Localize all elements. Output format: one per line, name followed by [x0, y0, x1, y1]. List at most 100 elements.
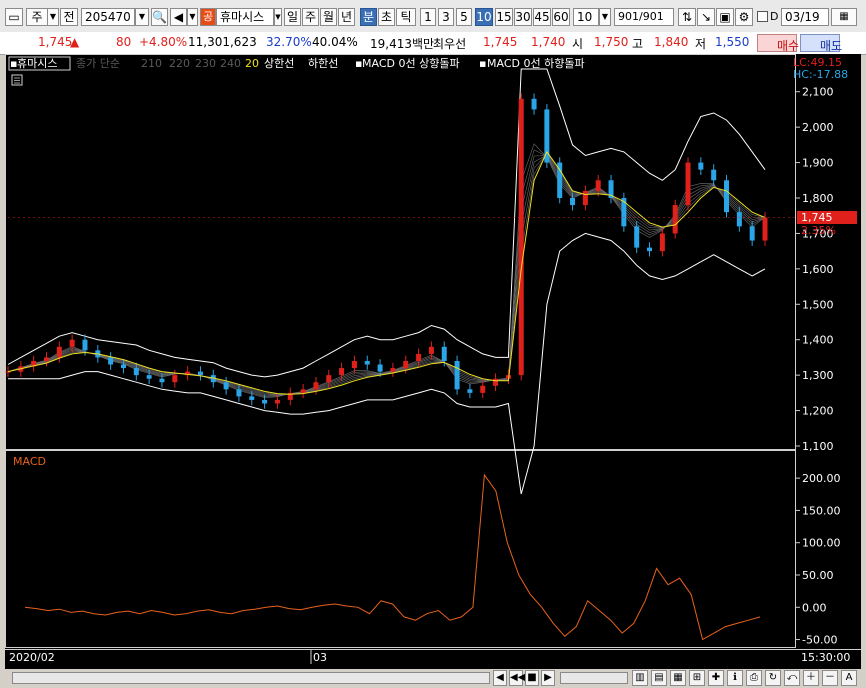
macd-plot [24, 473, 761, 641]
interval-60[interactable]: 60 [552, 8, 570, 26]
price-axis: 1,1001,2001,3001,4001,5001,6001,7001,800… [795, 86, 834, 453]
sound-icon[interactable]: ◀ [170, 8, 187, 26]
price-tick-label: 1,800 [802, 192, 834, 205]
date-input[interactable]: 03/19 [781, 8, 829, 26]
interval-15[interactable]: 15 [495, 8, 513, 26]
candle-body [685, 162, 691, 206]
up-arrow-icon: ▲ [70, 35, 80, 49]
candle-body [570, 198, 576, 206]
legend-upper-band: 상한선 [264, 57, 294, 70]
best-quote-label: 최우선 [433, 37, 467, 51]
rewind-icon[interactable]: ◀◀ [509, 670, 525, 686]
price-tick-label: 1,400 [802, 334, 834, 347]
low-label: 저 [695, 37, 707, 51]
crosshair-icon[interactable]: ✚ [708, 670, 724, 686]
tab-month[interactable]: 월 [320, 8, 337, 26]
buy-label: 매수 [777, 39, 800, 53]
zoom-out-icon[interactable]: － [822, 670, 838, 686]
candle-body [120, 364, 126, 369]
volume-ratio-1: 32.70% [266, 35, 312, 49]
interval-45[interactable]: 45 [533, 8, 551, 26]
tab-tick-label: 틱 [400, 10, 412, 24]
search-icon[interactable]: 🔍 [151, 8, 168, 26]
print-icon[interactable]: ⎙ [746, 670, 762, 686]
tab-tick[interactable]: 틱 [396, 8, 416, 26]
mode-select[interactable]: 주 [26, 8, 48, 26]
prev-button[interactable]: 전 [60, 8, 78, 26]
layout-icon[interactable]: ▤ [651, 670, 667, 686]
price-tick-label: 1,100 [802, 440, 834, 453]
candle-body [441, 346, 447, 361]
stock-code-input[interactable]: 205470 [81, 8, 135, 26]
interval-10-label: 10 [476, 10, 492, 24]
time-label-start: 2020/02 [9, 651, 55, 664]
reset-icon[interactable]: ⤺ [784, 670, 800, 686]
tab-second[interactable]: 초 [378, 8, 395, 26]
stock-code-value: 205470 [85, 10, 131, 24]
chart-scrollbar[interactable] [12, 672, 490, 684]
zoom-in-icon[interactable]: ＋ [803, 670, 819, 686]
buy-button[interactable]: 매수 [757, 34, 800, 53]
tab-week[interactable]: 주 [302, 8, 319, 26]
font-size-icon[interactable]: A [841, 670, 857, 686]
speed-slider[interactable] [560, 672, 628, 684]
indicator-icon[interactable]: ⇅ [678, 8, 696, 26]
bar-type-icon[interactable]: ⊞ [689, 670, 705, 686]
date-checkbox[interactable] [757, 11, 768, 22]
gear-icon[interactable]: ⚙ [735, 8, 753, 26]
candle-body [5, 371, 11, 373]
play-icon[interactable]: ▶ [541, 670, 555, 686]
candle-body [724, 180, 730, 213]
code-dropdown-icon[interactable]: ▼ [135, 8, 149, 26]
candle-body [223, 382, 229, 390]
panel-icon[interactable]: ▦ [670, 670, 686, 686]
ma-ribbon-line [7, 152, 766, 395]
date-value: 03/19 [785, 10, 820, 24]
save-icon[interactable]: ▣ [716, 8, 734, 26]
ask-price: 1,745 [483, 35, 518, 49]
info-icon[interactable]: ℹ [727, 670, 743, 686]
refresh-icon[interactable]: ↻ [765, 670, 781, 686]
candle-body [416, 353, 422, 361]
high-price: 1,840 [654, 35, 689, 49]
tab-year[interactable]: 년 [338, 8, 355, 26]
legend-ma-label: 종가 단순 [76, 57, 120, 70]
bid-price: 1,740 [531, 35, 566, 49]
sound-dropdown-icon[interactable]: ▼ [187, 8, 198, 26]
sell-button[interactable]: 매도 [800, 34, 842, 53]
interval-3[interactable]: 3 [438, 8, 454, 26]
mode-dropdown-icon[interactable]: ▼ [47, 8, 59, 26]
volume-ratio-2: 40.04% [312, 35, 358, 49]
candle-body [313, 382, 319, 390]
zoom-fit-icon[interactable]: ▥ [632, 670, 648, 686]
candle-body [518, 98, 524, 376]
current-price: 1,745 [38, 35, 73, 49]
interval-dropdown-icon[interactable]: ▼ [599, 8, 611, 26]
tab-minute[interactable]: 분 [360, 8, 377, 26]
grid-toggle-icon[interactable] [11, 74, 23, 86]
stock-name-dropdown-icon[interactable]: ▼ [274, 8, 282, 26]
stock-name-field[interactable]: 휴마시스 [216, 8, 274, 26]
tab-day[interactable]: 일 [284, 8, 301, 26]
chart-area[interactable]: 1,100 1,200 1,300 1,400 1,500 1,600 1,700 1,800… [5, 54, 861, 669]
legend-lower-band: 하한선 [308, 56, 338, 70]
interval-1[interactable]: 1 [420, 8, 436, 26]
count-value: 901 [618, 10, 639, 23]
open-price: 1,750 [594, 35, 629, 49]
macd-panel-frame [5, 450, 796, 648]
macd-tick-label: 200.00 [802, 472, 841, 485]
scroll-left-icon[interactable]: ◀ [493, 670, 507, 686]
calendar-icon[interactable]: ▦ [831, 8, 857, 26]
stop-icon[interactable]: ■ [525, 670, 539, 686]
time-label-mid: 03 [313, 651, 327, 664]
interval-5[interactable]: 5 [456, 8, 472, 26]
chart-frame-icon[interactable]: ▭ [5, 8, 23, 26]
draw-tool-icon[interactable]: ↘ [697, 8, 715, 26]
legend-ma-210: 210 [141, 57, 162, 70]
interval-30[interactable]: 30 [514, 8, 532, 26]
candle-body [377, 364, 383, 372]
count-field[interactable]: 901/901 [614, 8, 674, 26]
quote-bar: 1,745 ▲ 80 +4.80% 11,301,623 32.70% 40.0… [0, 32, 866, 55]
interval-select[interactable]: 10 [573, 8, 599, 26]
interval-10[interactable]: 10 [475, 8, 493, 26]
